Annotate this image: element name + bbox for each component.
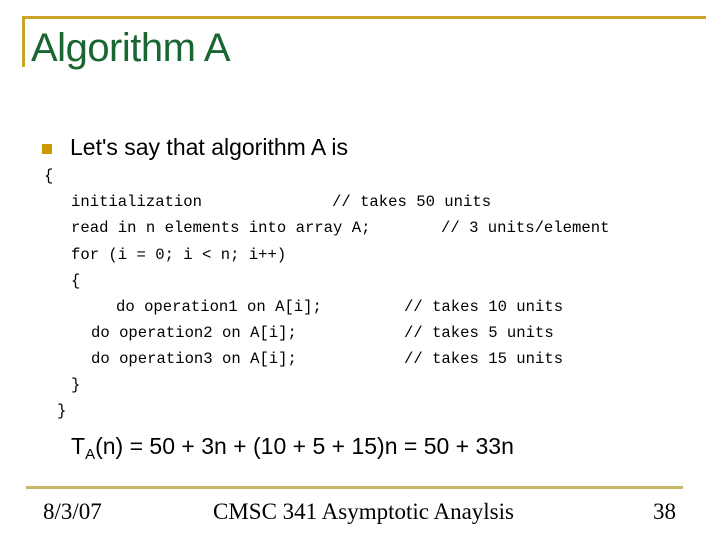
formula-rest: (n) = 50 + 3n + (10 + 5 + 15)n = 50 + 33…: [95, 433, 514, 459]
code-comment-operation2: // takes 5 units: [404, 324, 554, 342]
page-number: 38: [653, 499, 676, 524]
bullet-item: Let's say that algorithm A is: [42, 132, 348, 162]
slide-title: Algorithm A: [31, 26, 231, 70]
code-loop-close-brace: }: [71, 376, 81, 394]
complexity-formula: TA(n) = 50 + 3n + (10 + 5 + 15)n = 50 + …: [71, 431, 514, 463]
code-comment-initialization: // takes 50 units: [332, 193, 492, 211]
square-bullet-icon: [42, 144, 52, 154]
formula-t: T: [71, 433, 86, 459]
code-loop-open-brace: {: [71, 272, 81, 290]
footer-rule: [26, 486, 683, 489]
footer-course: CMSC 341 Asymptotic Anaylsis: [213, 499, 514, 524]
code-comment-read: // 3 units/element: [441, 219, 610, 237]
code-line-read: read in n elements into array A;: [71, 219, 371, 237]
formula-subscript: A: [85, 446, 96, 463]
code-line-operation3: do operation3 on A[i];: [91, 350, 297, 368]
code-line-for: for (i = 0; i < n; i++): [71, 246, 287, 264]
slide: Algorithm A Let's say that algorithm A i…: [0, 0, 720, 540]
footer-date: 8/3/07: [43, 499, 102, 524]
bullet-text: Let's say that algorithm A is: [70, 134, 348, 160]
code-comment-operation1: // takes 10 units: [404, 298, 564, 316]
title-top-rule: [22, 16, 706, 19]
code-line-initialization: initialization: [71, 193, 203, 211]
title-side-rule: [22, 16, 25, 67]
code-comment-operation3: // takes 15 units: [404, 350, 564, 368]
code-open-brace: {: [44, 167, 54, 185]
code-line-operation2: do operation2 on A[i];: [91, 324, 297, 342]
code-line-operation1: do operation1 on A[i];: [116, 298, 322, 316]
code-close-brace: }: [57, 402, 67, 420]
